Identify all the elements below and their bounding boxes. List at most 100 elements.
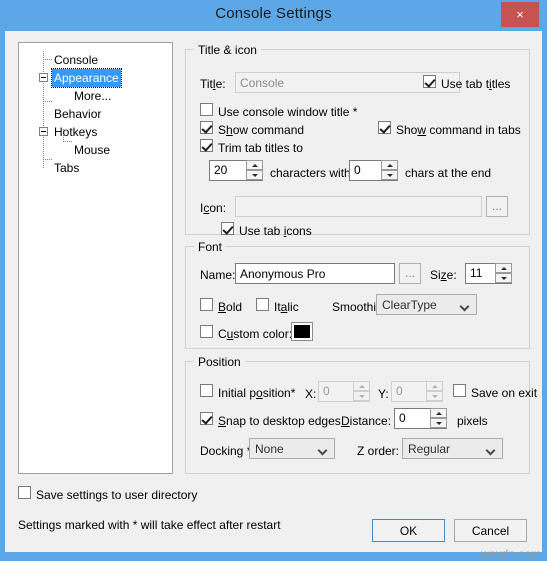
font-size-stepper[interactable]: 11 <box>465 263 512 284</box>
x-spin-buttons[interactable] <box>353 381 370 402</box>
group-font: Font Name: ... Size: 11 Bold Italic Smoo… <box>185 240 530 349</box>
tree-item-label: Mouse <box>74 143 111 157</box>
ok-button[interactable]: OK <box>372 519 445 542</box>
trim-chars-spin-buttons[interactable] <box>246 160 263 181</box>
pixels-label: pixels <box>457 414 488 428</box>
save-on-exit-checkbox[interactable] <box>453 384 466 397</box>
show-command-checkbox[interactable] <box>200 121 213 134</box>
save-settings-checkbox[interactable] <box>18 486 31 499</box>
distance-stepper[interactable]: 0 <box>394 408 447 429</box>
restart-note: Settings marked with * will take effect … <box>18 518 281 532</box>
spinner-up-icon[interactable] <box>495 263 512 273</box>
group-title-label: Title & icon <box>194 43 261 57</box>
cancel-button[interactable]: Cancel <box>454 519 527 542</box>
bold-checkbox[interactable] <box>200 298 213 311</box>
title-field-label: Title: <box>200 77 226 91</box>
end-chars-spin-buttons[interactable] <box>381 160 398 181</box>
y-label: Y: <box>378 387 389 401</box>
docking-value: None <box>255 442 284 456</box>
spinner-up-icon[interactable] <box>426 381 443 391</box>
trim-tab-titles-label: Trim tab titles to <box>218 141 303 155</box>
chevron-down-icon <box>461 303 468 310</box>
trim-chars-stepper[interactable]: 20 <box>209 160 263 181</box>
chars-at-end-label: chars at the end <box>405 166 492 180</box>
tree-item-more[interactable]: More... <box>19 87 172 105</box>
spinner-down-icon[interactable] <box>353 391 370 401</box>
spinner-down-icon[interactable] <box>495 273 512 283</box>
title-bar: Console Settings × <box>0 0 547 31</box>
smoothing-select[interactable]: ClearType <box>376 294 477 315</box>
window-title: Console Settings <box>215 5 332 22</box>
close-icon[interactable]: × <box>501 2 539 27</box>
spinner-up-icon[interactable] <box>353 381 370 391</box>
y-stepper[interactable]: 0 <box>391 381 443 402</box>
use-tab-icons-label: Use tab icons <box>239 224 312 238</box>
tree-item-label: More... <box>74 89 112 103</box>
font-browse-button[interactable]: ... <box>399 263 421 284</box>
spinner-down-icon[interactable] <box>426 391 443 401</box>
italic-label: Italic <box>274 300 299 314</box>
group-title-label: Font <box>194 240 227 254</box>
icon-browse-button[interactable]: ... <box>486 196 508 217</box>
tree-item-appearance[interactable]: Appearance <box>19 68 172 88</box>
font-name-label: Name: <box>200 268 236 282</box>
use-console-window-title-label: Use console window title * <box>218 105 358 119</box>
tree-item-tabs[interactable]: Tabs <box>19 159 172 177</box>
show-command-label: Show command <box>218 123 305 137</box>
docking-select[interactable]: None <box>249 438 335 459</box>
initial-position-checkbox[interactable] <box>200 384 213 397</box>
spinner-down-icon[interactable] <box>430 418 447 428</box>
tree-item-behavior[interactable]: Behavior <box>19 105 172 123</box>
font-name-input[interactable] <box>235 263 395 284</box>
spinner-up-icon[interactable] <box>430 408 447 418</box>
use-tab-icons-checkbox[interactable] <box>221 222 234 235</box>
bold-label: Bold <box>218 300 243 314</box>
icon-field-label: Icon: <box>200 201 227 215</box>
show-command-in-tabs-label: Show command in tabs <box>396 123 521 137</box>
smoothing-value: ClearType <box>382 298 437 312</box>
y-spin-buttons[interactable] <box>426 381 443 402</box>
z-order-label: Z order: <box>357 444 400 458</box>
distance-label: Distance: <box>341 414 392 428</box>
font-color-swatch[interactable] <box>291 322 313 341</box>
icon-input[interactable] <box>235 196 482 217</box>
group-title-and-icon: Title & icon Title: Use tab titles Use c… <box>185 43 530 238</box>
snap-to-edges-label: Snap to desktop edges <box>218 414 341 428</box>
end-chars-stepper[interactable]: 0 <box>349 160 398 181</box>
distance-spin-buttons[interactable] <box>430 408 447 429</box>
spinner-down-icon[interactable] <box>381 170 398 180</box>
tree-item-mouse[interactable]: Mouse <box>19 141 172 159</box>
z-order-value: Regular <box>408 442 451 456</box>
z-order-select[interactable]: Regular <box>402 438 503 459</box>
custom-color-label: Custom color: <box>218 327 293 341</box>
x-label: X: <box>305 387 317 401</box>
use-tab-titles-label: Use tab titles <box>441 77 511 91</box>
chevron-down-icon <box>319 447 326 454</box>
expander-minus-icon[interactable] <box>39 127 48 136</box>
show-command-in-tabs-checkbox[interactable] <box>378 121 391 134</box>
tree-item-label: Appearance <box>51 68 122 88</box>
chevron-down-icon <box>487 447 494 454</box>
tree-item-console[interactable]: Console <box>19 51 172 69</box>
tree-item-hotkeys[interactable]: Hotkeys <box>19 123 172 141</box>
expander-minus-icon[interactable] <box>39 73 48 82</box>
x-stepper[interactable]: 0 <box>318 381 370 402</box>
spinner-up-icon[interactable] <box>246 160 263 170</box>
spinner-up-icon[interactable] <box>381 160 398 170</box>
tree-item-label: Hotkeys <box>54 125 98 139</box>
use-console-window-title-checkbox[interactable] <box>200 103 213 116</box>
tree-item-label: Behavior <box>54 107 102 121</box>
trim-tab-titles-checkbox[interactable] <box>200 139 213 152</box>
use-tab-titles-checkbox[interactable] <box>423 75 436 88</box>
font-size-label: Size: <box>430 268 457 282</box>
characters-with-label: characters with <box>270 166 351 180</box>
custom-color-checkbox[interactable] <box>200 325 213 338</box>
settings-tree[interactable]: Console Appearance More... Behavior Hotk… <box>18 42 173 474</box>
italic-checkbox[interactable] <box>256 298 269 311</box>
font-size-spin-buttons[interactable] <box>495 263 512 284</box>
spinner-down-icon[interactable] <box>246 170 263 180</box>
group-title-label: Position <box>194 355 245 369</box>
snap-to-edges-checkbox[interactable] <box>200 412 213 425</box>
tree-item-label: Console <box>54 53 99 67</box>
dialog-client-area: Console Appearance More... Behavior Hotk… <box>5 31 542 552</box>
